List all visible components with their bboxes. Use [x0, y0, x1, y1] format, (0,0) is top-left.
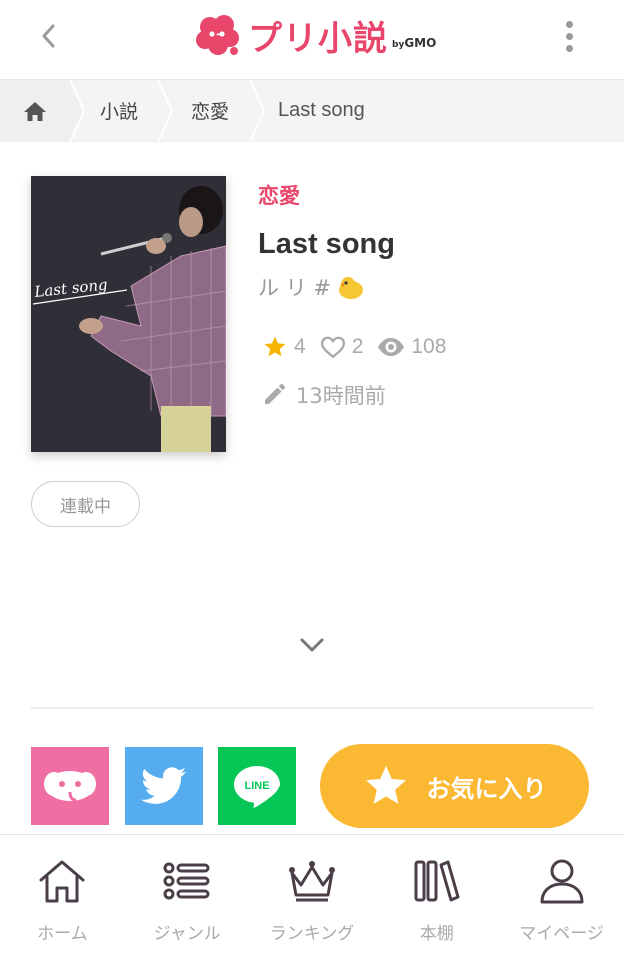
line-logo-text: LINE	[244, 780, 269, 792]
nav-item-ranking[interactable]: ランキング	[250, 835, 375, 954]
bookshelf-icon	[414, 860, 460, 902]
eye-icon	[378, 338, 405, 356]
updated-time: 13時間前	[296, 384, 386, 408]
bottom-nav: ホーム ジャンル ランキング 本棚 マイページ	[0, 834, 624, 954]
menu-dot	[565, 44, 573, 52]
home-icon	[39, 860, 85, 903]
more-menu-button[interactable]	[554, 14, 584, 58]
home-icon	[24, 101, 46, 121]
heart-icon	[320, 336, 345, 359]
nav-label: 本棚	[419, 924, 454, 944]
breadcrumb-label: Last song	[278, 99, 365, 121]
view-count: 108	[377, 335, 446, 359]
breadcrumb-separator	[250, 79, 264, 142]
flower-logo-icon	[196, 15, 239, 55]
chick-emoji-icon	[338, 277, 363, 299]
book-title: Last song	[258, 228, 395, 260]
logo-company: byGMO	[392, 36, 436, 50]
nav-item-bookshelf[interactable]: 本棚	[374, 835, 499, 954]
nav-item-genre[interactable]: ジャンル	[125, 835, 250, 954]
app-logo[interactable]: プリ小説 byGMO	[196, 10, 436, 60]
book-stats: 4 2 108	[262, 334, 460, 360]
logo-by-text: by	[392, 40, 405, 50]
logo-company-name: GMO	[404, 36, 437, 50]
like-count: 2	[320, 335, 364, 359]
breadcrumb-home[interactable]	[0, 79, 84, 142]
expand-description-button[interactable]	[296, 632, 328, 658]
line-logo-icon: LINE	[234, 766, 280, 808]
view-count-value: 108	[411, 335, 447, 358]
share-twitter-button[interactable]	[125, 747, 203, 825]
breadcrumb-label: 小説	[99, 101, 138, 123]
book-author[interactable]: ル リ #	[258, 272, 365, 302]
section-divider	[31, 707, 593, 709]
star-icon	[264, 336, 286, 357]
chevron-left-icon	[42, 24, 55, 48]
star-count-value: 4	[294, 335, 306, 358]
star-count: 4	[262, 334, 306, 360]
share-line-button[interactable]: LINE	[218, 747, 296, 825]
like-count-value: 2	[351, 335, 364, 358]
breadcrumb: 小説 恋愛 Last song	[0, 79, 624, 142]
breadcrumb-separator	[70, 79, 84, 142]
nav-item-home[interactable]: ホーム	[0, 835, 125, 954]
book-genre[interactable]: 恋愛	[258, 180, 300, 210]
favorite-button[interactable]: お気に入り	[320, 744, 589, 828]
list-icon	[163, 862, 210, 900]
favorite-label: お気に入り	[426, 774, 547, 803]
app-header: プリ小説 byGMO	[0, 0, 624, 80]
back-button[interactable]	[28, 16, 68, 56]
breadcrumb-item-current: Last song	[250, 80, 365, 142]
elephant-icon	[44, 771, 96, 802]
nav-item-mypage[interactable]: マイページ	[499, 835, 624, 954]
pencil-icon	[265, 383, 286, 404]
twitter-bird-icon	[141, 767, 187, 804]
menu-dot	[565, 32, 573, 40]
status-badge: 連載中	[31, 481, 140, 527]
menu-dot	[565, 20, 573, 28]
nav-label: マイページ	[519, 924, 604, 944]
nav-label: ランキング	[269, 924, 355, 944]
breadcrumb-label: 恋愛	[190, 101, 229, 123]
nav-label: ホーム	[37, 924, 88, 944]
author-name: ル リ #	[258, 276, 331, 300]
user-icon	[540, 859, 584, 904]
crown-icon	[288, 861, 335, 902]
star-icon	[365, 765, 406, 804]
share-app-button[interactable]	[31, 747, 109, 825]
logo-text: プリ小説	[248, 18, 388, 59]
chevron-down-icon	[300, 638, 324, 652]
last-updated: 13時間前	[262, 380, 386, 410]
book-cover[interactable]: Last song	[31, 176, 226, 452]
breadcrumb-separator	[158, 79, 172, 142]
cover-illustration: Last song	[31, 176, 226, 452]
nav-label: ジャンル	[153, 924, 221, 944]
